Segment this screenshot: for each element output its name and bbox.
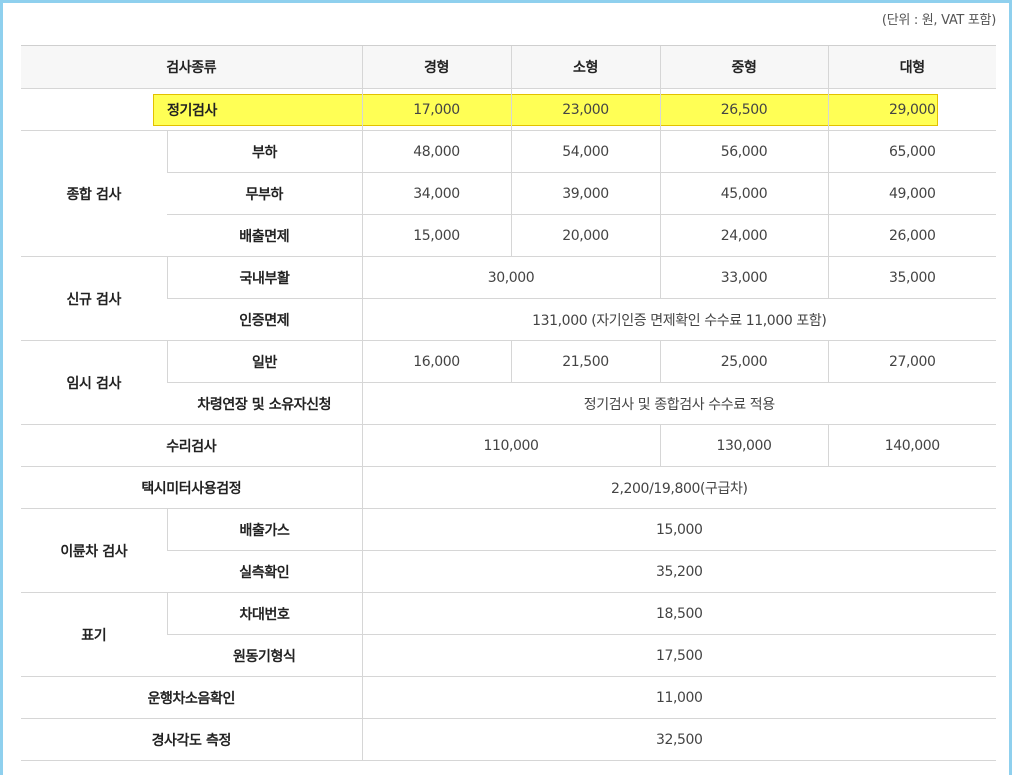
unit-note: (단위 : 원, VAT 포함) xyxy=(881,13,996,28)
table-cell: 56,000 xyxy=(659,130,829,173)
table-row: 임시 검사 일반 16,000 21,500 25,000 27,000 xyxy=(21,340,997,425)
table-cell: 11,000 xyxy=(361,676,997,719)
group-label-marking: 표기 xyxy=(21,592,167,677)
table-cell: 17,000 xyxy=(361,88,512,131)
table-cell: 2,200/19,800(구급차) xyxy=(361,466,997,509)
table-cell: 15,000 xyxy=(361,508,997,551)
header-inspection-type: 검사종류 xyxy=(21,45,363,89)
fee-table-page: (단위 : 원, VAT 포함) 검사종류 경형 소형 중형 대형 정기검사 1… xyxy=(0,0,1012,775)
row-label: 국내부활 xyxy=(166,256,363,299)
header-compact: 경형 xyxy=(361,45,512,89)
row-label: 무부하 xyxy=(167,172,363,215)
table-row: 배출면제 15,000 20,000 24,000 26,000 xyxy=(21,214,997,257)
table-row: 경사각도 측정 32,500 xyxy=(21,718,997,761)
table-cell: 18,500 xyxy=(361,592,997,635)
table-row: 무부하 34,000 39,000 45,000 49,000 xyxy=(21,172,997,215)
table-cell: 26,000 xyxy=(827,214,997,257)
table-row: 수리검사 110,000 130,000 140,000 xyxy=(21,424,997,467)
table-cell: 65,000 xyxy=(827,130,997,173)
group-label-two-wheel: 이륜차 검사 xyxy=(21,508,167,593)
table-cell: 110,000 xyxy=(361,424,661,467)
table-cell: 45,000 xyxy=(659,172,829,215)
table-cell: 33,000 xyxy=(659,256,829,299)
table-cell: 25,000 xyxy=(659,340,829,383)
header-small: 소형 xyxy=(510,45,661,89)
table-row: 차령연장 및 소유자신청 정기검사 및 종합검사 수수료 적용 xyxy=(21,382,997,425)
table-cell: 48,000 xyxy=(361,130,512,173)
group-label-temporary: 임시 검사 xyxy=(21,340,167,425)
table-cell: 131,000 (자기인증 면제확인 수수료 11,000 포함) xyxy=(361,298,997,341)
table-cell: 140,000 xyxy=(827,424,997,467)
row-label: 배출가스 xyxy=(166,508,363,551)
table-cell: 32,500 xyxy=(361,718,997,761)
table-cell: 16,000 xyxy=(361,340,512,383)
row-label: 차령연장 및 소유자신청 xyxy=(167,382,363,425)
row-label: 경사각도 측정 xyxy=(21,718,363,761)
table-row: 운행차소음확인 11,000 xyxy=(21,676,997,719)
table-cell: 20,000 xyxy=(510,214,661,257)
row-label-regular: 정기검사 xyxy=(21,88,363,131)
table-cell: 29,000 xyxy=(827,88,997,131)
table-row: 택시미터사용검정 2,200/19,800(구급차) xyxy=(21,466,997,509)
row-label: 원동기형식 xyxy=(167,634,363,677)
table-cell: 54,000 xyxy=(510,130,661,173)
table-row: 종합 검사 부하 48,000 54,000 56,000 65,000 xyxy=(21,130,997,257)
table-row-regular: 정기검사 17,000 23,000 26,500 29,000 xyxy=(21,88,997,131)
table-cell: 24,000 xyxy=(659,214,829,257)
table-row: 인증면제 131,000 (자기인증 면제확인 수수료 11,000 포함) xyxy=(21,298,997,341)
group-label-new: 신규 검사 xyxy=(21,256,167,341)
table-row: 이륜차 검사 배출가스 15,000 xyxy=(21,508,997,593)
row-label: 실측확인 xyxy=(167,550,363,593)
table-cell: 39,000 xyxy=(510,172,661,215)
table-cell: 15,000 xyxy=(361,214,512,257)
table-cell: 30,000 xyxy=(361,256,661,299)
table-cell: 49,000 xyxy=(827,172,997,215)
row-label: 배출면제 xyxy=(167,214,363,257)
table-header-row: 검사종류 경형 소형 중형 대형 xyxy=(21,45,997,89)
table-cell: 21,500 xyxy=(510,340,661,383)
table-row: 신규 검사 국내부활 30,000 33,000 35,000 xyxy=(21,256,997,341)
row-label: 일반 xyxy=(166,340,363,383)
header-large: 대형 xyxy=(827,45,997,89)
table-cell: 정기검사 및 종합검사 수수료 적용 xyxy=(361,382,997,425)
table-cell: 23,000 xyxy=(510,88,661,131)
inspection-fee-table: 검사종류 경형 소형 중형 대형 정기검사 17,000 23,000 26,5… xyxy=(21,45,997,761)
row-label: 인증면제 xyxy=(167,298,363,341)
row-label: 택시미터사용검정 xyxy=(21,466,363,509)
row-label: 수리검사 xyxy=(21,424,363,467)
table-cell: 17,500 xyxy=(361,634,997,677)
table-row: 표기 차대번호 18,500 xyxy=(21,592,997,677)
table-cell: 34,000 xyxy=(361,172,512,215)
table-row: 실측확인 35,200 xyxy=(21,550,997,593)
row-label: 부하 xyxy=(166,130,363,173)
table-cell: 35,000 xyxy=(827,256,997,299)
table-cell: 26,500 xyxy=(659,88,829,131)
table-cell: 27,000 xyxy=(827,340,997,383)
header-mid: 중형 xyxy=(659,45,829,89)
row-label: 차대번호 xyxy=(166,592,363,635)
row-label: 운행차소음확인 xyxy=(21,676,363,719)
table-row: 원동기형식 17,500 xyxy=(21,634,997,677)
table-cell: 130,000 xyxy=(659,424,829,467)
group-label-comprehensive: 종합 검사 xyxy=(21,130,167,257)
table-cell: 35,200 xyxy=(361,550,997,593)
